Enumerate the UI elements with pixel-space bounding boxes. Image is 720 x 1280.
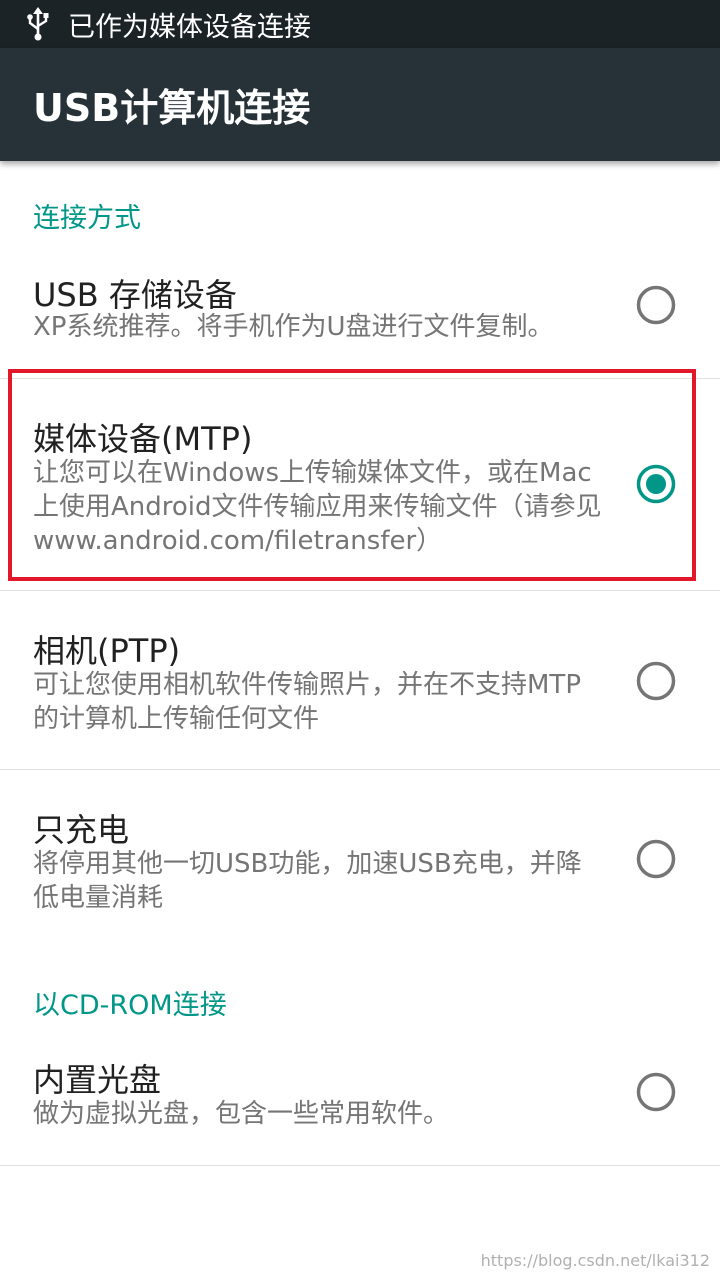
option-title: 相机(PTP) xyxy=(33,632,181,670)
app-bar: USB计算机连接 xyxy=(0,48,720,161)
watermark: https://blog.csdn.net/lkai312 xyxy=(480,1251,710,1270)
radio-unchecked-icon[interactable] xyxy=(636,839,676,879)
radio-unchecked-icon[interactable] xyxy=(636,1072,676,1112)
option-charge-only[interactable]: 只充电 将停用其他一切USB功能，加速USB充电，并降低电量消耗 xyxy=(0,770,720,942)
section-header-connection-mode: 连接方式 xyxy=(33,203,141,234)
status-text: 已作为媒体设备连接 xyxy=(68,11,311,43)
section-header-cdrom: 以CD-ROM连接 xyxy=(33,990,227,1021)
option-summary: 将停用其他一切USB功能，加速USB充电，并降低电量消耗 xyxy=(33,849,582,913)
option-title: 内置光盘 xyxy=(33,1061,162,1099)
option-camera-ptp[interactable]: 相机(PTP) 可让您使用相机软件传输照片，并在不支持MTP的计算机上传输任何文… xyxy=(0,591,720,769)
highlight-box xyxy=(8,369,696,581)
option-title: 只充电 xyxy=(33,811,130,849)
option-summary: 可让您使用相机软件传输照片，并在不支持MTP的计算机上传输任何文件 xyxy=(33,670,581,734)
option-summary: XP系统推荐。将手机作为U盘进行文件复制。 xyxy=(33,312,554,342)
page-title: USB计算机连接 xyxy=(33,86,311,130)
option-summary: 做为虚拟光盘，包含一些常用软件。 xyxy=(33,1099,450,1129)
radio-unchecked-icon[interactable] xyxy=(636,661,676,701)
divider xyxy=(0,1165,720,1166)
option-usb-storage[interactable]: USB 存储设备 XP系统推荐。将手机作为U盘进行文件复制。 xyxy=(0,250,720,378)
radio-unchecked-icon[interactable] xyxy=(636,285,676,325)
usb-icon xyxy=(27,7,49,41)
status-bar: 已作为媒体设备连接 xyxy=(0,0,720,48)
option-built-in-cd[interactable]: 内置光盘 做为虚拟光盘，包含一些常用软件。 xyxy=(0,1035,720,1165)
